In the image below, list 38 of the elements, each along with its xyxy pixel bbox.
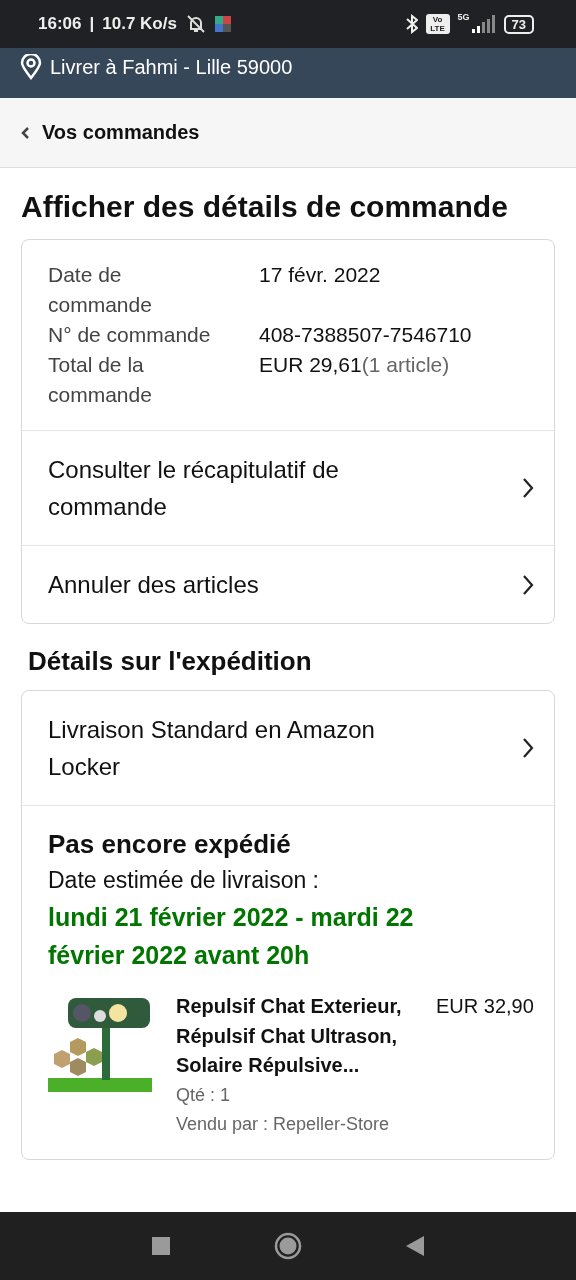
order-action-link[interactable]: Annuler des articles: [48, 566, 259, 603]
product-price: EUR 32,90: [436, 994, 534, 1019]
home-icon[interactable]: [274, 1232, 302, 1260]
delivery-location[interactable]: Livrer à Fahmi - Lille 59000: [50, 56, 293, 79]
info-value: 408-7388507-7546710: [259, 323, 472, 346]
chevron-right-icon[interactable]: [522, 737, 534, 759]
volte-badge: Vo LTE: [425, 14, 450, 34]
shipment-status: Pas encore expédié: [48, 828, 292, 861]
delivery-estimate: lundi 21 février 2022 - mardi 22 février 2022 avant 20h: [48, 902, 415, 971]
back-chevron-icon[interactable]: [20, 125, 30, 140]
seller: Vendu par : Repeller-Store: [176, 1112, 391, 1136]
bluetooth-icon: [405, 14, 418, 34]
page-title: Afficher des détails de commande: [21, 190, 509, 224]
chevron-right-icon[interactable]: [522, 573, 534, 596]
muted-bell-icon: [184, 14, 207, 34]
estimate-label: Date estimée de livraison :: [48, 866, 320, 895]
back-link[interactable]: Vos commandes: [42, 121, 200, 144]
section-heading: Détails sur l'expédition: [28, 646, 313, 677]
app-icon: [214, 16, 231, 32]
info-label: N° de commande: [48, 322, 212, 348]
info-label: Total de la commande: [48, 352, 153, 408]
network-speed: 10.7 Ko/s: [102, 14, 177, 34]
info-value: 17 févr. 2022: [259, 263, 381, 286]
back-icon[interactable]: [406, 1236, 424, 1256]
separator: |: [89, 14, 95, 34]
battery-indicator: 73: [503, 14, 534, 34]
status-time: 16:06: [38, 14, 82, 34]
shipping-method-link[interactable]: Livraison Standard en Amazon Locker: [48, 711, 438, 785]
order-action-link[interactable]: Consulter le récapitulatif de commande: [48, 451, 438, 525]
item-count: (1 article): [361, 353, 450, 376]
info-value: EUR 29,61: [259, 353, 362, 376]
network-type: 5G: [457, 12, 470, 22]
chevron-right-icon[interactable]: [522, 477, 534, 499]
info-label: Date de commande: [48, 262, 153, 318]
product-title[interactable]: Repulsif Chat Exterieur, Répulsif Chat Ultrason, Solaire Répulsive...: [176, 992, 406, 1081]
quantity: Qté : 1: [176, 1083, 232, 1107]
location-pin-icon: [20, 54, 42, 80]
signal-icon: [471, 15, 496, 33]
